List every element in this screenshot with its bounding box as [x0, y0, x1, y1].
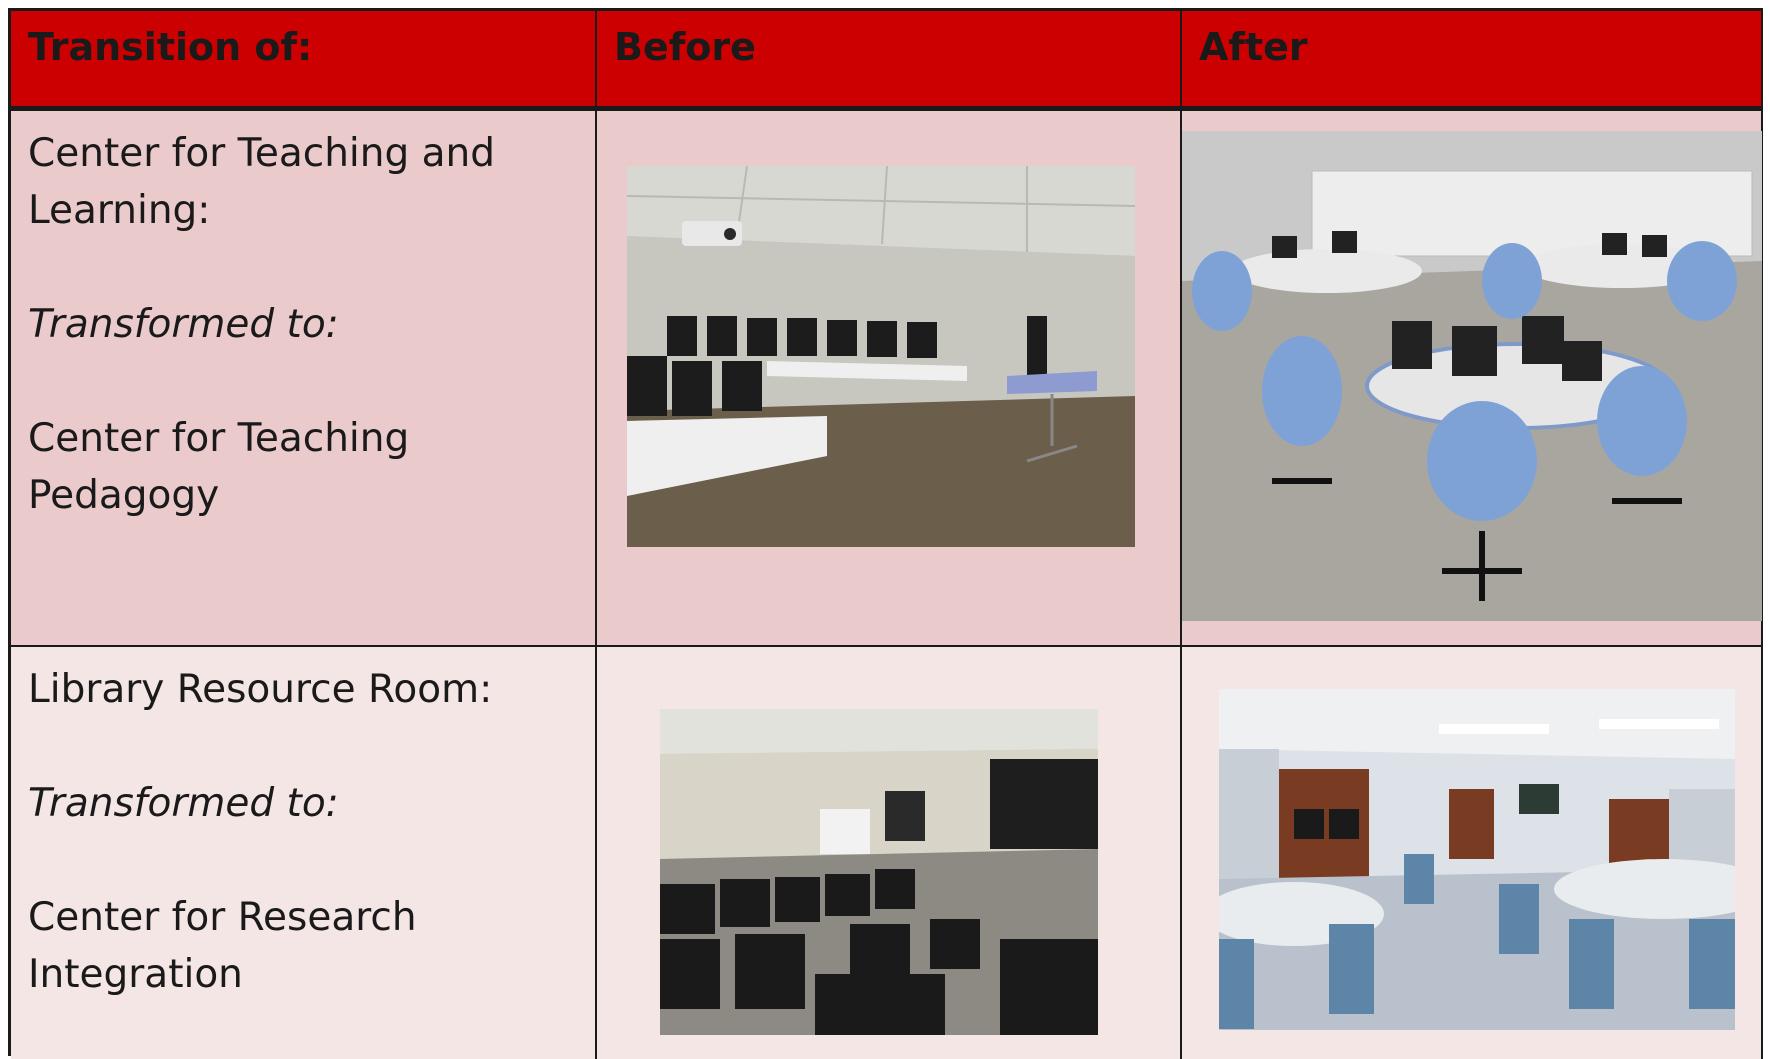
computer-lab-classroom-photo [627, 166, 1135, 547]
row2-from: Library Resource Room: [28, 667, 493, 712]
row2-transformed-wrap: Transformed to: [28, 775, 595, 832]
row1-transformed-label: Transformed to: [28, 302, 339, 347]
header-before: Before [597, 11, 1182, 111]
row2-label-cell: Library Resource Room: Transformed to: C… [11, 647, 597, 1059]
collaborative-classroom-photo [1182, 131, 1762, 621]
row1-after-cell [1182, 111, 1763, 647]
computer-lab-rows-photo [660, 709, 1098, 1035]
row1-to: Center for Teaching Pedagogy [28, 416, 410, 518]
header-before-label: Before [614, 25, 756, 69]
header-transition-of: Transition of: [11, 11, 597, 111]
row1-from: Center for Teaching and Learning: [28, 131, 496, 233]
row2-to: Center for Research Integration [28, 895, 417, 997]
header-after-label: After [1199, 25, 1308, 69]
transition-table: Transition of: Before After Center for T… [8, 8, 1763, 1059]
row1-before-cell [597, 111, 1182, 647]
row2-before-cell [597, 647, 1182, 1059]
row2-after-cell [1182, 647, 1763, 1059]
research-collaboration-room-photo [1219, 689, 1735, 1030]
row1-transformed-wrap: Transformed to: [28, 296, 595, 353]
header-after: After [1182, 11, 1763, 111]
header-transition-label: Transition of: [28, 25, 313, 69]
row1-label-cell: Center for Teaching and Learning: Transf… [11, 111, 597, 647]
row2-transformed-label: Transformed to: [28, 781, 339, 826]
